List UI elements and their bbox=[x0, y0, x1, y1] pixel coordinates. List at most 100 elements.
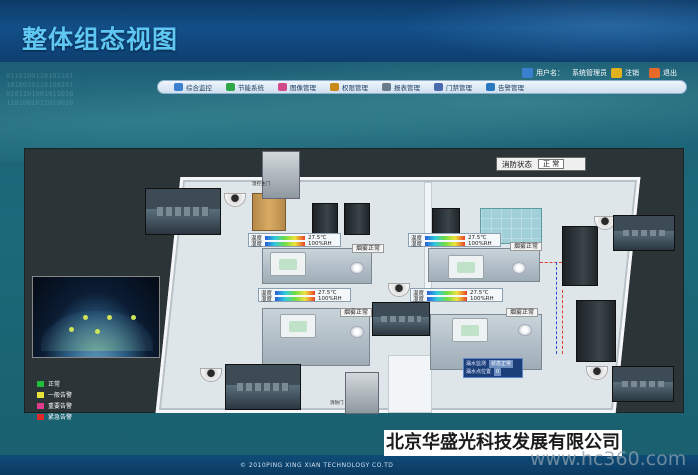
pipe-line bbox=[556, 262, 557, 354]
legend-swatch bbox=[37, 413, 44, 420]
location-pin-icon[interactable] bbox=[107, 315, 112, 320]
air-conditioner[interactable] bbox=[448, 255, 484, 279]
smoke-detector[interactable] bbox=[518, 324, 532, 336]
server-rack[interactable] bbox=[562, 226, 598, 286]
alarm-legend: 正常 一般告警 重要告警 紧急告警 bbox=[37, 378, 72, 422]
location-pin-icon[interactable] bbox=[69, 327, 74, 332]
temp-humidity-sensor[interactable]: 温度 27.5℃ 湿度 100%RH bbox=[408, 233, 501, 248]
legend-item: 紧急告警 bbox=[37, 411, 72, 422]
nav-item-report[interactable]: 报表管理 bbox=[382, 82, 420, 92]
header: 整体组态视图 bbox=[0, 0, 698, 62]
smoke-status-tag: 烟雾正常 bbox=[506, 308, 539, 317]
air-conditioner[interactable] bbox=[280, 314, 316, 338]
nav-item-label: 节能系统 bbox=[238, 84, 264, 92]
report-icon bbox=[382, 83, 391, 91]
humidity-bar bbox=[427, 297, 467, 301]
air-conditioner[interactable] bbox=[270, 252, 306, 276]
nav-item-label: 综合监控 bbox=[186, 84, 212, 92]
entrance-label: 消防门 bbox=[330, 401, 344, 406]
server-rack[interactable] bbox=[312, 203, 338, 235]
temp-bar bbox=[425, 236, 465, 240]
user-name: 系统管理员 bbox=[572, 69, 607, 77]
nav-item-access[interactable]: 门禁管理 bbox=[434, 82, 472, 92]
smoke-status-tag: 烟雾正常 bbox=[510, 242, 543, 251]
header-decoration bbox=[398, 0, 698, 62]
image-icon bbox=[278, 83, 287, 91]
nav-item-label: 图像管理 bbox=[290, 84, 316, 92]
legend-swatch bbox=[37, 380, 44, 387]
exit-button[interactable]: 退出 bbox=[649, 66, 677, 80]
temp-humidity-sensor[interactable]: 温度 27.5℃ 湿度 100%RH bbox=[410, 288, 503, 303]
app-root: 整体组态视图 0110100110101101 1010010110100101… bbox=[0, 0, 698, 475]
key-icon bbox=[330, 83, 339, 91]
camera-feed-thumbnail[interactable] bbox=[613, 215, 675, 251]
user-label: 用户名： bbox=[536, 69, 564, 77]
location-pin-icon[interactable] bbox=[131, 315, 136, 320]
user-info: 用户名： 系统管理员 bbox=[522, 66, 607, 80]
server-rack[interactable] bbox=[576, 300, 616, 362]
leak-label: 漏水监测 bbox=[466, 361, 487, 367]
smoke-detector[interactable] bbox=[350, 262, 364, 274]
camera-feed-thumbnail[interactable] bbox=[372, 302, 430, 336]
leak-position-value: 0 bbox=[494, 368, 502, 376]
security-gate[interactable] bbox=[262, 151, 300, 199]
camera-feed-thumbnail[interactable] bbox=[145, 188, 221, 235]
nav-item-alarm[interactable]: 告警管理 bbox=[486, 82, 524, 92]
pipe-line bbox=[562, 290, 563, 354]
air-conditioner[interactable] bbox=[452, 318, 488, 342]
fire-status-value: 正 常 bbox=[538, 159, 565, 169]
temp-humidity-sensor[interactable]: 温度 27.5℃ 湿度 100%RH bbox=[258, 288, 351, 303]
humidity-label: 湿度 bbox=[413, 297, 425, 303]
location-pin-icon[interactable] bbox=[95, 329, 100, 334]
temp-humidity-sensor[interactable]: 温度 27.5℃ 湿度 100%RH bbox=[248, 233, 341, 248]
exit-label: 退出 bbox=[663, 69, 677, 77]
smoke-detector[interactable] bbox=[512, 262, 526, 274]
pipe-line bbox=[540, 262, 562, 263]
temp-bar bbox=[275, 291, 315, 295]
legend-item: 一般告警 bbox=[37, 389, 72, 400]
smoke-status-tag: 烟雾正常 bbox=[340, 308, 373, 317]
leak-position-label: 漏水点位置 bbox=[466, 369, 492, 375]
copyright-text: © 2010PING XING XIAN TECHNOLOGY CO.TD bbox=[240, 462, 394, 469]
main-nav: 综合监控 节能系统 图像管理 权限管理 报表管理 门禁管理 告警管理 bbox=[157, 80, 687, 94]
alarm-icon bbox=[486, 83, 495, 91]
smoke-detector[interactable] bbox=[350, 326, 364, 338]
nav-item-image[interactable]: 图像管理 bbox=[278, 82, 316, 92]
monitor-icon bbox=[174, 83, 183, 91]
globe-overview[interactable] bbox=[32, 276, 160, 358]
location-pin-icon[interactable] bbox=[83, 315, 88, 320]
humidity-bar bbox=[275, 297, 315, 301]
security-gate[interactable] bbox=[345, 372, 379, 414]
legend-item: 正常 bbox=[37, 378, 72, 389]
logout-button[interactable]: 注销 bbox=[611, 66, 639, 80]
humidity-label: 湿度 bbox=[411, 242, 423, 248]
nav-item-label: 门禁管理 bbox=[446, 84, 472, 92]
humidity-value: 100%RH bbox=[470, 296, 494, 302]
camera-feed-thumbnail[interactable] bbox=[612, 366, 674, 402]
humidity-value: 100%RH bbox=[468, 241, 492, 247]
humidity-bar bbox=[265, 242, 305, 246]
legend-label: 重要告警 bbox=[48, 403, 73, 410]
nav-item-label: 告警管理 bbox=[498, 84, 524, 92]
camera-feed-thumbnail[interactable] bbox=[225, 364, 301, 410]
nav-item-permission[interactable]: 权限管理 bbox=[330, 82, 368, 92]
exit-icon bbox=[649, 68, 660, 78]
nav-item-monitor[interactable]: 综合监控 bbox=[174, 82, 212, 92]
humidity-label: 湿度 bbox=[251, 242, 263, 248]
smoke-status-tag: 烟雾正常 bbox=[352, 244, 385, 253]
water-leak-panel[interactable]: 漏水监测 状态正常 漏水点位置 0 bbox=[463, 358, 523, 378]
server-rack[interactable] bbox=[344, 203, 370, 235]
door-icon bbox=[434, 83, 443, 91]
entrance-label: 温控主门 bbox=[252, 182, 270, 187]
nav-item-energy[interactable]: 节能系统 bbox=[226, 82, 264, 92]
humidity-value: 100%RH bbox=[318, 296, 342, 302]
partition-wall bbox=[388, 355, 432, 413]
legend-label: 一般告警 bbox=[48, 392, 73, 399]
fire-status-panel: 消防状态 正 常 bbox=[496, 157, 586, 171]
user-icon bbox=[522, 68, 533, 78]
legend-item: 重要告警 bbox=[37, 400, 72, 411]
leak-value: 状态正常 bbox=[489, 360, 514, 368]
legend-label: 紧急告警 bbox=[48, 414, 73, 421]
fire-status-label: 消防状态 bbox=[502, 159, 532, 169]
logout-icon bbox=[611, 68, 622, 78]
